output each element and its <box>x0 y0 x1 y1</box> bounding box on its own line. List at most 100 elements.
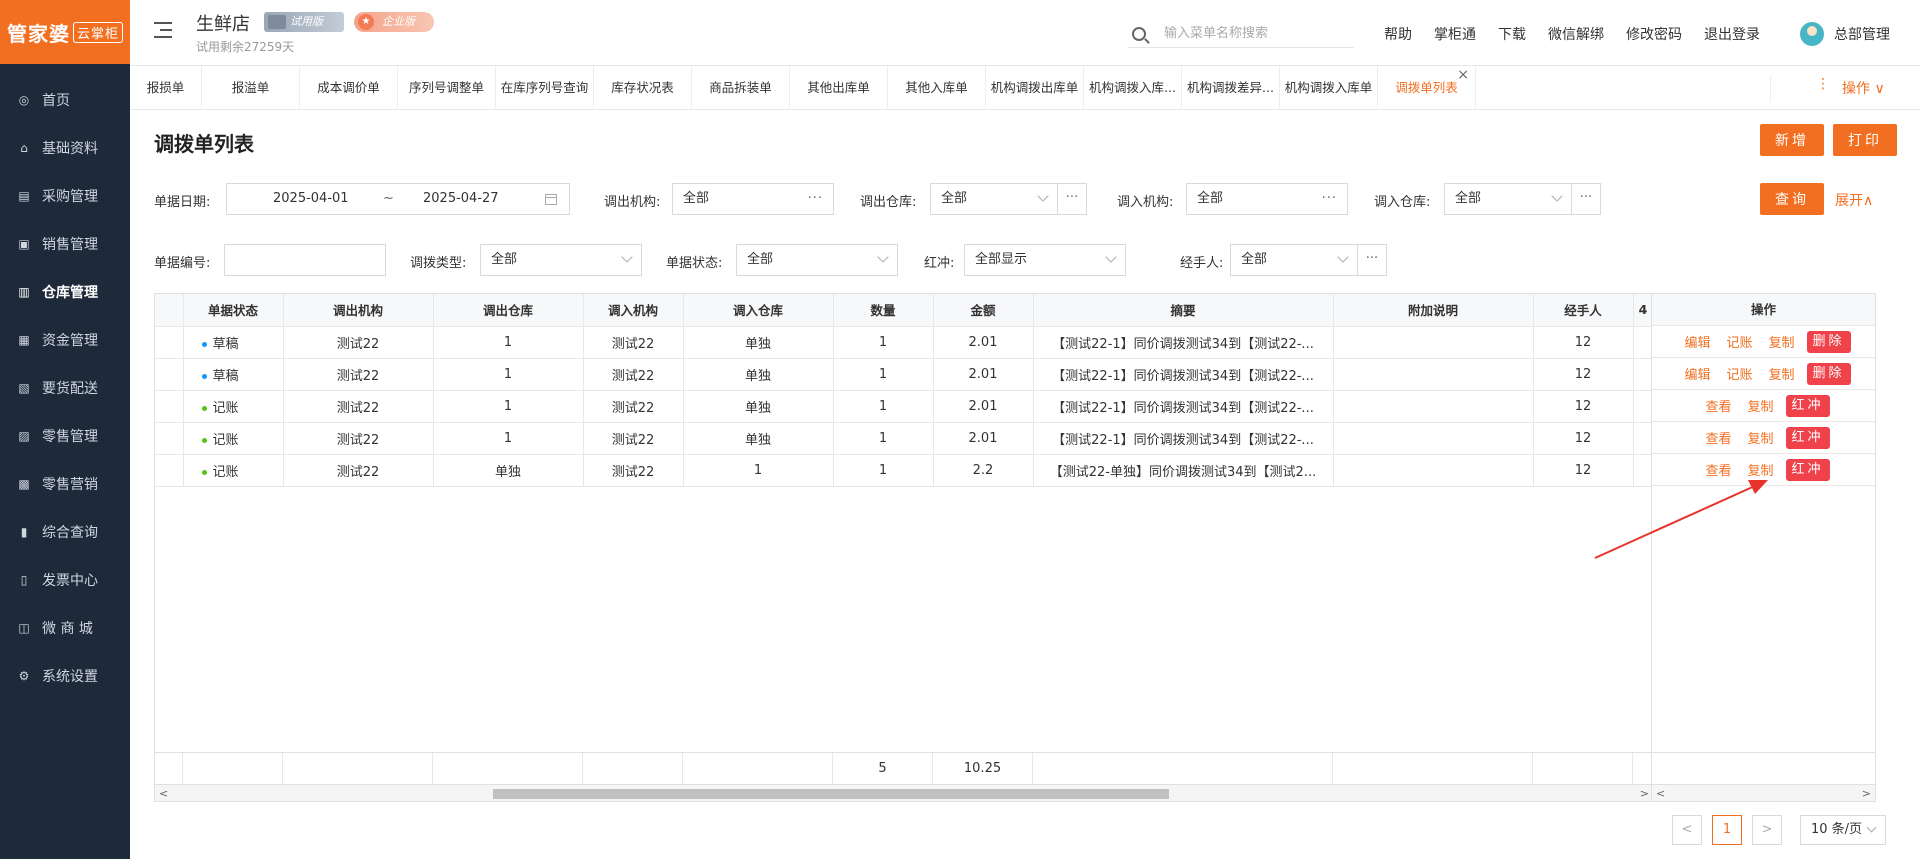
page-1-button[interactable]: 1 <box>1712 815 1742 845</box>
print-button[interactable]: 打印 <box>1833 124 1897 156</box>
out-wh-select[interactable]: 全部 <box>930 183 1058 215</box>
table-row[interactable]: 草稿 测试22 1 测试22 单独 1 2.01 【测试22-1】同价调拨测试34到【测试22… <box>155 326 1654 359</box>
horizontal-scrollbar[interactable]: < > <box>155 784 1653 801</box>
top-link[interactable]: 帮助 <box>1384 24 1412 44</box>
row-danger-button[interactable]: 红冲 <box>1785 426 1830 449</box>
doc-no-input[interactable] <box>224 244 386 276</box>
tab[interactable]: 其他出库单 <box>790 66 888 110</box>
type-select[interactable]: 全部 <box>480 244 642 276</box>
tab[interactable]: 调拨单列表 × <box>1378 66 1476 110</box>
column-header[interactable]: 单据状态 <box>183 294 284 327</box>
tab[interactable]: 序列号调整单 <box>398 66 496 110</box>
prev-page-button[interactable]: < <box>1672 815 1702 845</box>
in-org-select[interactable]: 全部 ··· <box>1186 183 1348 215</box>
row-action-link[interactable]: 编辑 <box>1684 364 1710 383</box>
tab[interactable]: 其他入库单 <box>888 66 986 110</box>
next-page-button[interactable]: > <box>1752 815 1782 845</box>
sidebar-item[interactable]: ▦ 资金管理 <box>0 316 130 364</box>
out-org-select[interactable]: 全部 ··· <box>672 183 834 215</box>
ops-horizontal-scrollbar[interactable]: < > <box>1651 784 1875 801</box>
row-action-link[interactable]: 记账 <box>1726 332 1752 351</box>
red-select[interactable]: 全部显示 <box>964 244 1126 276</box>
date-range-picker[interactable]: 2025-04-01 ~ 2025-04-27 <box>226 183 570 215</box>
scroll-right-icon[interactable]: > <box>1862 787 1871 800</box>
sidebar-item[interactable]: ▯ 发票中心 <box>0 556 130 604</box>
edition-badge[interactable]: ★ 企业版 <box>354 12 434 32</box>
menu-search-input[interactable] <box>1164 26 1344 41</box>
app-logo[interactable]: 管家婆 云掌柜 <box>0 0 130 64</box>
sidebar-item[interactable]: ▮ 综合查询 <box>0 508 130 556</box>
row-action-link[interactable]: 查看 <box>1705 460 1731 479</box>
row-action-link[interactable]: 复制 <box>1747 460 1773 479</box>
sidebar-item[interactable]: ⚙ 系统设置 <box>0 652 130 700</box>
top-link[interactable]: 下载 <box>1498 24 1526 44</box>
scroll-thumb[interactable] <box>493 789 1169 799</box>
sidebar-item[interactable]: ▩ 零售营销 <box>0 460 130 508</box>
row-action-link[interactable]: 复制 <box>1747 428 1773 447</box>
tab[interactable]: 机构调拨差异... <box>1182 66 1280 110</box>
tab[interactable]: 机构调拨入库... <box>1084 66 1182 110</box>
more-dots-icon[interactable]: ··· <box>1322 184 1337 214</box>
column-header[interactable]: 调入机构 <box>583 294 684 327</box>
tab[interactable]: 机构调拨出库单 <box>986 66 1084 110</box>
user-name[interactable]: 总部管理 <box>1834 24 1890 44</box>
date-from[interactable]: 2025-04-01 <box>273 191 349 206</box>
table-row[interactable]: 记账 测试22 单独 测试22 1 1 2.2 【测试22-单独】同价调拨测试34到【测试2.… <box>155 454 1654 487</box>
top-link[interactable]: 修改密码 <box>1626 24 1682 44</box>
row-danger-button[interactable]: 红冲 <box>1785 394 1830 417</box>
row-action-link[interactable]: 复制 <box>1747 396 1773 415</box>
status-select[interactable]: 全部 <box>736 244 898 276</box>
sidebar-item[interactable]: ▥ 仓库管理 <box>0 268 130 316</box>
tab[interactable]: 库存状况表 <box>594 66 692 110</box>
tab[interactable]: 在库序列号查询 <box>496 66 594 110</box>
row-action-link[interactable]: 查看 <box>1705 428 1731 447</box>
row-action-link[interactable]: 查看 <box>1705 396 1731 415</box>
store-name[interactable]: 生鲜店 <box>196 10 250 36</box>
column-header[interactable]: 调入仓库 <box>683 294 834 327</box>
column-header[interactable]: 金额 <box>933 294 1034 327</box>
page-size-select[interactable]: 10 条/页 <box>1800 815 1886 845</box>
tab[interactable]: 成本调价单 <box>300 66 398 110</box>
out-wh-more-button[interactable]: ··· <box>1057 183 1087 215</box>
more-dots-icon[interactable]: ··· <box>808 184 823 214</box>
column-header[interactable]: 调出仓库 <box>433 294 584 327</box>
top-link[interactable]: 微信解绑 <box>1548 24 1604 44</box>
row-danger-button[interactable]: 红冲 <box>1785 458 1830 481</box>
sidebar-item[interactable]: ▨ 零售管理 <box>0 412 130 460</box>
expand-link[interactable]: 展开∧ <box>1835 190 1873 210</box>
row-danger-button[interactable]: 删除 <box>1806 362 1851 385</box>
table-row[interactable]: 草稿 测试22 1 测试22 单独 1 2.01 【测试22-1】同价调拨测试34到【测试22… <box>155 358 1654 391</box>
tab[interactable]: 机构调拨入库单 <box>1280 66 1378 110</box>
column-header[interactable]: 数量 <box>833 294 934 327</box>
sidebar-item[interactable]: ⌂ 基础资料 <box>0 124 130 172</box>
avatar[interactable] <box>1800 22 1824 46</box>
top-link[interactable]: 退出登录 <box>1704 24 1760 44</box>
menu-toggle-icon[interactable] <box>154 22 172 38</box>
in-wh-select[interactable]: 全部 <box>1444 183 1572 215</box>
tab[interactable]: 报损单 <box>130 66 202 110</box>
column-header[interactable] <box>155 294 184 327</box>
sidebar-item[interactable]: ▧ 要货配送 <box>0 364 130 412</box>
sidebar-item[interactable]: ▤ 采购管理 <box>0 172 130 220</box>
date-to[interactable]: 2025-04-27 <box>423 191 499 206</box>
more-dots-icon[interactable]: ⋮ <box>1816 76 1830 92</box>
table-row[interactable]: 记账 测试22 1 测试22 单独 1 2.01 【测试22-1】同价调拨测试34到【测试22… <box>155 422 1654 455</box>
tab[interactable]: 商品拆装单 <box>692 66 790 110</box>
column-header[interactable]: 摘要 <box>1033 294 1334 327</box>
handler-select[interactable]: 全部 <box>1230 244 1358 276</box>
scroll-left-icon[interactable]: < <box>159 787 168 800</box>
query-button[interactable]: 查询 <box>1760 183 1824 215</box>
in-wh-more-button[interactable]: ··· <box>1571 183 1601 215</box>
calendar-icon[interactable] <box>545 194 557 205</box>
sidebar-item[interactable]: ▣ 销售管理 <box>0 220 130 268</box>
column-header[interactable]: 经手人 <box>1533 294 1634 327</box>
table-row[interactable]: 记账 测试22 1 测试22 单独 1 2.01 【测试22-1】同价调拨测试34到【测试22… <box>155 390 1654 423</box>
row-action-link[interactable]: 复制 <box>1769 332 1795 351</box>
scroll-left-icon[interactable]: < <box>1656 787 1665 800</box>
user-menu[interactable]: 总部管理 <box>1800 22 1890 46</box>
column-header[interactable]: 附加说明 <box>1333 294 1534 327</box>
tabs-ops-button[interactable]: 操作 ∨ <box>1842 78 1885 98</box>
sidebar-item[interactable]: ◫ 微 商 城 <box>0 604 130 652</box>
scroll-right-icon[interactable]: > <box>1640 787 1649 800</box>
row-action-link[interactable]: 编辑 <box>1684 332 1710 351</box>
